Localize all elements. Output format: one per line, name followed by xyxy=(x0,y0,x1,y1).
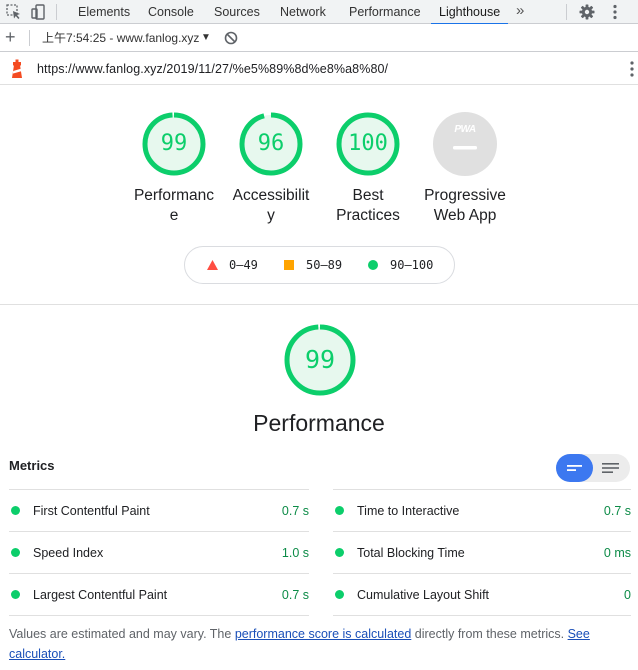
metric-largest-contentful-paint: Largest Contentful Paint 0.7 s xyxy=(9,574,309,616)
settings-gear-icon[interactable] xyxy=(578,3,596,21)
tab-console[interactable]: Console xyxy=(148,0,194,24)
metric-name: First Contentful Paint xyxy=(33,504,150,518)
fail-triangle-icon xyxy=(207,260,218,270)
compact-list-icon xyxy=(567,465,582,471)
metric-speed-index: Speed Index 1.0 s xyxy=(9,532,309,574)
metric-name: Speed Index xyxy=(33,546,104,560)
report-menu-icon[interactable] xyxy=(630,60,634,78)
expanded-list-icon[interactable] xyxy=(601,462,620,474)
section-divider xyxy=(0,304,638,305)
metric-first-contentful-paint: First Contentful Paint 0.7 s xyxy=(9,490,309,532)
tab-bar-separator xyxy=(566,4,567,20)
tab-lighthouse[interactable]: Lighthouse xyxy=(430,0,509,25)
gauge-pwa[interactable]: PWA xyxy=(432,111,498,177)
average-square-icon xyxy=(284,260,294,270)
gauge-performance-large: 99 xyxy=(283,323,357,397)
legend-label-pass: 90–100 xyxy=(390,258,434,272)
pwa-badge-icon xyxy=(433,112,497,176)
devtools-tab-bar: Elements Console Sources Network Perform… xyxy=(0,0,638,25)
gauge-label-line: y xyxy=(267,207,275,224)
performance-score-link[interactable]: performance score is calculated xyxy=(235,627,411,641)
metric-cumulative-layout-shift: Cumulative Layout Shift 0 xyxy=(333,574,631,616)
metric-name: Total Blocking Time xyxy=(357,546,465,560)
gauge-label-line: e xyxy=(169,207,179,224)
lighthouse-logo-icon xyxy=(12,59,22,78)
inspect-element-icon[interactable] xyxy=(5,3,23,21)
metric-value: 1.0 s xyxy=(281,546,309,560)
new-report-button[interactable]: + xyxy=(5,27,16,47)
pass-circle-icon xyxy=(335,506,344,515)
metric-name: Time to Interactive xyxy=(357,504,460,518)
toolbar-separator xyxy=(29,30,30,46)
more-tabs-button[interactable]: » xyxy=(516,0,524,24)
gauge-label-best-practices: Best Practices xyxy=(318,186,418,226)
report-url[interactable]: https://www.fanlog.xyz/2019/11/27/%e5%89… xyxy=(37,53,388,85)
metric-name: Largest Contentful Paint xyxy=(33,588,168,602)
pass-circle-icon xyxy=(11,590,20,599)
gauge-label-line: Progressive xyxy=(424,187,506,204)
metrics-view-toggle[interactable] xyxy=(556,454,630,482)
gauge-score: 99 xyxy=(304,345,336,374)
gauge-score: 100 xyxy=(348,131,388,156)
metric-value: 0.7 s xyxy=(603,504,631,518)
pass-circle-icon xyxy=(11,506,20,515)
metric-time-to-interactive: Time to Interactive 0.7 s xyxy=(333,490,631,532)
gauge-score: 99 xyxy=(160,131,188,156)
tab-bar-separator xyxy=(56,4,57,20)
metric-name: Cumulative Layout Shift xyxy=(357,588,490,602)
gauge-best-practices[interactable]: 100 xyxy=(335,111,401,177)
gauge-label-accessibility: Accessibilit y xyxy=(221,186,321,226)
pwa-badge-text: PWA xyxy=(454,124,476,135)
footnote-text: directly from these metrics. xyxy=(411,627,568,641)
metric-value: 0.7 s xyxy=(281,504,309,518)
legend-label-average: 50–89 xyxy=(306,258,343,272)
gauge-label-pwa: Progressive Web App xyxy=(410,186,520,226)
gauge-label-line: Performanc xyxy=(133,187,215,204)
pass-circle-icon xyxy=(335,590,344,599)
gauge-accessibility[interactable]: 96 xyxy=(238,111,304,177)
tab-sources[interactable]: Sources xyxy=(214,0,260,24)
gauge-label-line: Best xyxy=(352,187,384,204)
lighthouse-toolbar: + 上午7:54:25 - www.fanlog.xyz ▼ xyxy=(0,24,638,52)
gauge-label-performance: Performanc e xyxy=(124,186,224,226)
gauge-performance[interactable]: 99 xyxy=(141,111,207,177)
report-url-bar: https://www.fanlog.xyz/2019/11/27/%e5%89… xyxy=(0,53,638,85)
metric-value: 0 xyxy=(624,588,631,602)
pass-circle-icon xyxy=(368,260,378,270)
gauge-label-line: Accessibilit xyxy=(232,187,310,204)
footnote-text: Values are estimated and may vary. The xyxy=(9,627,235,641)
toggle-compact-view[interactable] xyxy=(556,454,593,482)
pass-circle-icon xyxy=(11,548,20,557)
gauge-label-line: Web App xyxy=(433,207,497,224)
report-selector[interactable]: 上午7:54:25 - www.fanlog.xyz xyxy=(42,24,199,52)
tab-performance[interactable]: Performance xyxy=(349,0,421,24)
metric-value: 0 ms xyxy=(603,546,631,560)
metric-value: 0.7 s xyxy=(281,588,309,602)
pass-circle-icon xyxy=(335,548,344,557)
tab-network[interactable]: Network xyxy=(280,0,326,24)
gauge-label-line: Practices xyxy=(336,207,400,224)
device-toolbar-icon[interactable] xyxy=(30,3,48,21)
tab-elements[interactable]: Elements xyxy=(78,0,130,24)
metrics-footnote: Values are estimated and may vary. The p… xyxy=(9,624,631,664)
score-scale-legend: 0–49 50–89 90–100 xyxy=(184,246,455,284)
chevron-down-icon[interactable]: ▼ xyxy=(201,24,211,52)
metric-total-blocking-time: Total Blocking Time 0 ms xyxy=(333,532,631,574)
clear-reports-icon[interactable] xyxy=(224,31,238,45)
gauge-score: 96 xyxy=(257,131,285,156)
performance-section-title: Performance xyxy=(253,410,385,436)
customize-menu-icon[interactable] xyxy=(606,3,624,21)
metrics-heading: Metrics xyxy=(9,458,55,473)
legend-label-fail: 0–49 xyxy=(229,258,258,272)
